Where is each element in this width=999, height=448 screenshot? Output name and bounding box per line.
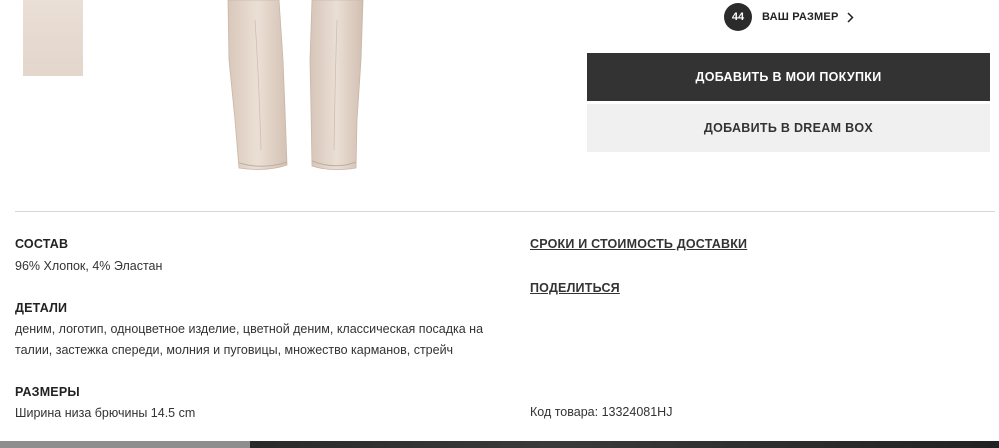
details-title: ДЕТАЛИ (15, 301, 68, 315)
composition-title: СОСТАВ (15, 237, 69, 251)
your-size-label: ВАШ РАЗМЕР (762, 11, 839, 23)
sizes-title: РАЗМЕРЫ (15, 385, 80, 399)
size-badge: 44 (724, 3, 752, 31)
product-thumbnail[interactable] (23, 0, 83, 76)
details-text-line-2: талии, застежка спереди, молния и пугови… (15, 343, 454, 357)
your-size-selector[interactable]: 44 ВАШ РАЗМЕР (724, 3, 854, 31)
composition-text: 96% Хлопок, 4% Эластан (15, 259, 163, 273)
share-link[interactable]: ПОДЕЛИТЬСЯ (530, 281, 620, 295)
product-image (227, 0, 364, 170)
bottom-image-left (0, 441, 250, 448)
delivery-info-link[interactable]: СРОКИ И СТОИМОСТЬ ДОСТАВКИ (530, 237, 747, 251)
bottom-image-right (250, 441, 999, 448)
add-to-cart-button[interactable]: ДОБАВИТЬ В МОИ ПОКУПКИ (587, 53, 990, 101)
product-code: Код товара: 13324081HJ (530, 405, 673, 419)
bottom-image-strip (0, 441, 999, 448)
section-divider (15, 211, 995, 212)
details-text-line-1: деним, логотип, одноцветное изделие, цве… (15, 322, 484, 336)
chevron-right-icon (846, 11, 854, 23)
sizes-text: Ширина низа брючины 14.5 cm (15, 406, 196, 420)
add-to-dream-box-button[interactable]: ДОБАВИТЬ В DREAM BOX (587, 104, 990, 152)
